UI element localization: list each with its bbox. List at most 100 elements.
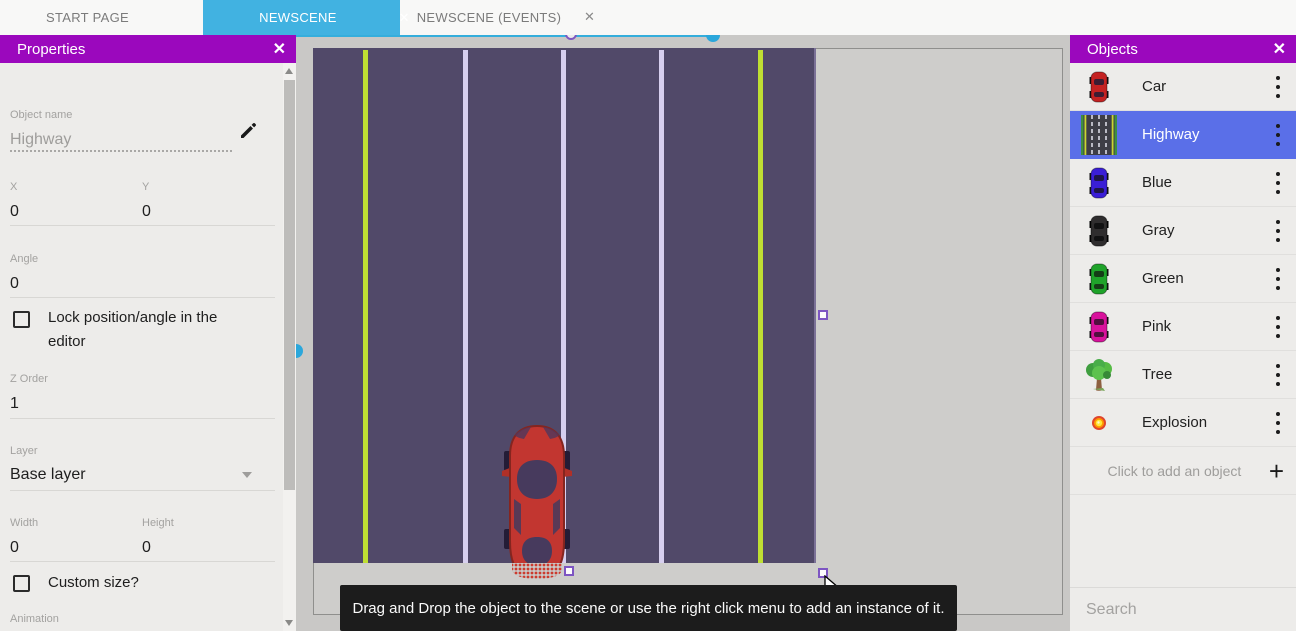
x-field[interactable]: 0	[10, 203, 19, 221]
scroll-up-icon[interactable]	[285, 68, 293, 74]
field-underline	[10, 561, 275, 562]
object-row-explosion[interactable]: Explosion	[1070, 399, 1296, 447]
lane-line-yellow	[363, 50, 368, 563]
lane-line-yellow	[758, 50, 763, 563]
object-name: Blue	[1118, 174, 1268, 191]
selection-rotate-handle[interactable]	[565, 35, 577, 40]
scene-canvas[interactable]: Drag and Drop the object to the scene or…	[296, 35, 1070, 631]
car-icon	[1080, 71, 1118, 103]
kebab-menu-icon[interactable]	[1268, 361, 1288, 388]
kebab-menu-icon[interactable]	[1268, 169, 1288, 196]
field-underline	[10, 225, 275, 226]
object-name-field[interactable]: Highway	[10, 131, 71, 149]
car-icon	[1080, 215, 1118, 247]
object-name-label: Object name	[10, 109, 72, 121]
angle-field[interactable]: 0	[10, 275, 19, 293]
objects-panel-header: Objects ✕	[1070, 35, 1296, 63]
kebab-menu-icon[interactable]	[1268, 121, 1288, 148]
tree-icon	[1080, 358, 1118, 392]
selection-top-edge	[296, 35, 713, 37]
properties-panel-body: Object name Highway X 0 Y 0 Angle 0 Lock…	[0, 63, 283, 631]
object-name: Gray	[1118, 222, 1268, 239]
object-row-pink[interactable]: Pink	[1070, 303, 1296, 351]
highway-icon	[1080, 115, 1118, 155]
angle-label: Angle	[10, 253, 38, 265]
properties-scrollbar[interactable]	[283, 63, 296, 631]
chevron-down-icon[interactable]	[242, 472, 252, 478]
editor-tab-bar: START PAGE NEWSCENE ✕ NEWSCENE (EVENTS) …	[0, 0, 1296, 35]
explosion-icon	[1080, 415, 1118, 431]
object-row-blue[interactable]: Blue	[1070, 159, 1296, 207]
y-field[interactable]: 0	[142, 203, 151, 221]
properties-panel-header: Properties ✕	[0, 35, 296, 63]
layer-label: Layer	[10, 445, 38, 457]
car-icon	[1080, 311, 1118, 343]
object-name: Car	[1118, 78, 1268, 95]
scrollbar-thumb[interactable]	[284, 80, 295, 490]
lock-position-checkbox[interactable]	[13, 311, 30, 328]
tab-newscene-events[interactable]: NEWSCENE (EVENTS)	[413, 0, 565, 35]
z-order-field[interactable]: 1	[10, 395, 19, 413]
selection-handle-top[interactable]	[706, 35, 720, 42]
field-underline	[10, 297, 275, 298]
object-name: Tree	[1118, 366, 1268, 383]
width-field[interactable]: 0	[10, 539, 19, 557]
kebab-menu-icon[interactable]	[1268, 217, 1288, 244]
add-object-label: Click to add an object	[1080, 463, 1269, 479]
tab-start-page[interactable]: START PAGE	[40, 0, 135, 35]
close-icon[interactable]: ✕	[395, 10, 414, 26]
objects-panel: Objects ✕ Car	[1070, 35, 1296, 631]
tab-newscene[interactable]: NEWSCENE ✕	[203, 0, 400, 35]
objects-search-row	[1070, 587, 1296, 631]
layer-select[interactable]: Base layer	[10, 466, 86, 484]
tab-label: NEWSCENE (EVENTS)	[417, 10, 562, 25]
lock-position-label: Lock position/angle in the editor	[48, 306, 248, 354]
close-icon[interactable]: ✕	[1273, 39, 1286, 59]
object-name: Pink	[1118, 318, 1268, 335]
tooltip-text: Drag and Drop the object to the scene or…	[352, 600, 944, 617]
object-row-green[interactable]: Green	[1070, 255, 1296, 303]
kebab-menu-icon[interactable]	[1268, 313, 1288, 340]
height-field[interactable]: 0	[142, 539, 151, 557]
lane-line-white	[659, 50, 664, 563]
drag-drop-tooltip: Drag and Drop the object to the scene or…	[340, 585, 957, 631]
object-name: Highway	[1118, 126, 1268, 143]
kebab-menu-icon[interactable]	[1268, 409, 1288, 436]
car-instance[interactable]	[498, 423, 576, 580]
lane-line-white	[463, 50, 468, 563]
object-row-tree[interactable]: Tree	[1070, 351, 1296, 399]
selection-handle-left[interactable]	[296, 344, 303, 358]
object-row-gray[interactable]: Gray	[1070, 207, 1296, 255]
plus-icon[interactable]: +	[1269, 461, 1284, 481]
search-input[interactable]	[1086, 601, 1293, 619]
add-object-row[interactable]: Click to add an object +	[1070, 447, 1296, 495]
kebab-menu-icon[interactable]	[1268, 265, 1288, 292]
object-name: Explosion	[1118, 414, 1268, 431]
scroll-down-icon[interactable]	[285, 620, 293, 626]
resize-handle-bottom[interactable]	[564, 566, 574, 576]
car-icon	[1080, 167, 1118, 199]
width-label: Width	[10, 517, 38, 529]
close-icon[interactable]: ✕	[580, 9, 599, 25]
animation-label: Animation	[10, 613, 59, 625]
custom-size-label: Custom size?	[48, 571, 139, 595]
close-icon[interactable]: ✕	[273, 39, 286, 59]
object-name: Green	[1118, 270, 1268, 287]
tab-label: START PAGE	[46, 10, 129, 25]
object-row-highway[interactable]: Highway	[1070, 111, 1296, 159]
objects-panel-title: Objects	[1087, 41, 1138, 58]
custom-size-checkbox[interactable]	[13, 575, 30, 592]
edit-pencil-icon[interactable]	[238, 121, 258, 141]
kebab-menu-icon[interactable]	[1268, 73, 1288, 100]
height-label: Height	[142, 517, 174, 529]
x-label: X	[10, 181, 17, 193]
car-icon	[1080, 263, 1118, 295]
object-row-car[interactable]: Car	[1070, 63, 1296, 111]
z-order-label: Z Order	[10, 373, 48, 385]
field-underline	[10, 418, 275, 419]
properties-panel-title: Properties	[17, 41, 85, 58]
object-name-dotted-underline	[10, 150, 232, 152]
field-underline	[10, 490, 275, 491]
tab-label: NEWSCENE	[259, 10, 337, 25]
resize-handle-right[interactable]	[818, 310, 828, 320]
